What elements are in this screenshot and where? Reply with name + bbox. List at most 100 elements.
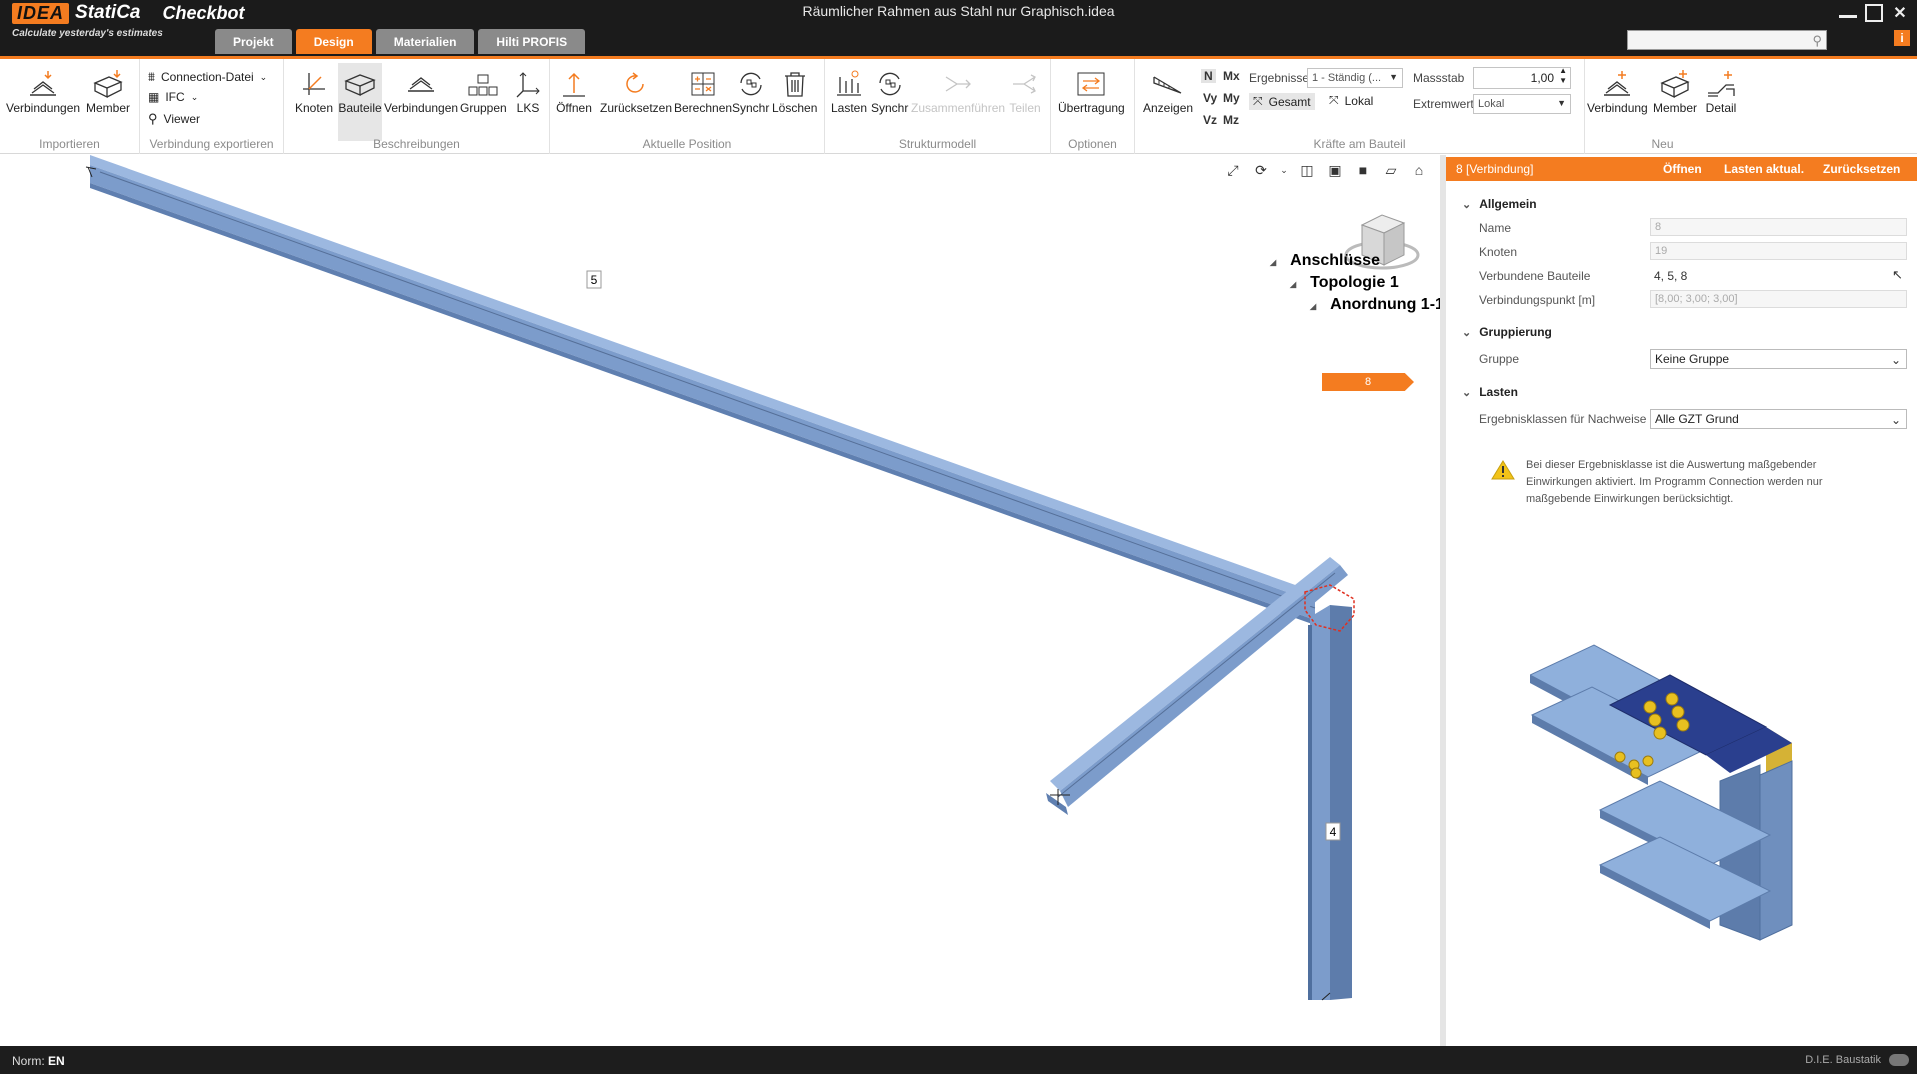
column-4[interactable]: [1308, 605, 1352, 1000]
panel-zuruecksetzen-button[interactable]: Zurücksetzen: [1823, 162, 1900, 176]
group-optionen: Übertragung Optionen: [1051, 59, 1135, 154]
group-strukturmodell: Lasten Synchr Zusammenführen Teilen Stru…: [825, 59, 1051, 154]
ergebnisse-select[interactable]: 1 - Ständig (... ▼: [1307, 68, 1403, 88]
neu-member-button[interactable]: Member: [1653, 67, 1697, 115]
teilen-button[interactable]: Teilen: [1007, 67, 1043, 115]
norm-value: EN: [48, 1054, 65, 1068]
ergebnisklassen-select[interactable]: Alle GZT Grund ⌄: [1650, 409, 1907, 429]
force-vz-toggle[interactable]: Vz: [1203, 113, 1217, 127]
tree-node-anschluesse[interactable]: ◢ Anschlüsse: [1270, 252, 1380, 270]
group-label-kraefte: Kräfte am Bauteil: [1313, 137, 1406, 151]
teilen-label: Teilen: [1009, 101, 1041, 115]
force-vy-toggle[interactable]: Vy: [1203, 91, 1217, 105]
structure-3d-model[interactable]: 5 4: [0, 155, 1440, 1046]
minimize-button[interactable]: [1839, 4, 1857, 18]
search-input[interactable]: [1628, 32, 1804, 50]
norm-label: Norm:: [12, 1054, 45, 1068]
lasten-button[interactable]: Lasten: [831, 67, 867, 115]
force-mx-toggle[interactable]: Mx: [1223, 69, 1240, 83]
collapse-triangle-icon[interactable]: ◢: [1270, 258, 1276, 267]
cursor-icon: ↖: [1892, 267, 1903, 282]
import-verbindungen-button[interactable]: Verbindungen: [6, 67, 80, 115]
name-field: 8: [1650, 218, 1907, 236]
3d-viewport[interactable]: ⤢ ⟳ ⌄ ◫ ▣ ■ ⏥ ⌂ 5 4 ◢ Anschlüsse ◢ Topol…: [0, 155, 1444, 1046]
group-label-importieren: Importieren: [39, 137, 100, 151]
tree-node-connection-8[interactable]: 8: [1322, 373, 1414, 391]
oeffnen-button[interactable]: Öffnen: [556, 67, 592, 115]
export-connection-file-button[interactable]: ⩩ Connection-Datei ⌄: [148, 69, 267, 85]
lokal-toggle[interactable]: ⤧ Lokal: [1329, 93, 1373, 108]
verbundene-bauteile-label: Verbundene Bauteile: [1479, 269, 1591, 283]
tab-materialien[interactable]: Materialien: [375, 29, 475, 54]
dropdown-arrow-icon: ▼: [1389, 72, 1398, 82]
tree-node-anordnung[interactable]: ◢ Anordnung 1-1: [1310, 296, 1444, 314]
collapse-triangle-icon[interactable]: ◢: [1310, 302, 1316, 311]
member-box-icon: [342, 67, 378, 101]
logo-name: StatiCa: [75, 2, 141, 23]
collapse-triangle-icon[interactable]: ◢: [1290, 280, 1296, 289]
knoten-prop-label: Knoten: [1479, 245, 1518, 259]
tab-projekt[interactable]: Projekt: [215, 29, 292, 54]
tab-hilti-profis[interactable]: Hilti PROFIS: [478, 29, 586, 54]
force-n-toggle[interactable]: N: [1201, 69, 1216, 83]
gesamt-toggle[interactable]: ⤧ Gesamt: [1249, 93, 1315, 110]
info-icon[interactable]: i: [1894, 30, 1910, 46]
import-member-button[interactable]: Member: [86, 67, 130, 115]
force-mz-toggle[interactable]: Mz: [1223, 113, 1239, 127]
anzeigen-button[interactable]: Anzeigen: [1143, 67, 1193, 115]
section-lasten[interactable]: ⌄ Lasten: [1462, 385, 1518, 399]
new-detail-icon: [1703, 67, 1739, 101]
neu-detail-button[interactable]: Detail: [1703, 67, 1739, 115]
loeschen-button[interactable]: Löschen: [772, 67, 817, 115]
massstab-input[interactable]: 1,00 ▲ ▼: [1473, 66, 1571, 89]
knoten-label: Knoten: [295, 101, 334, 115]
app-window: IDEA StatiCa Checkbot Calculate yesterda…: [0, 0, 1917, 1074]
export-viewer-button[interactable]: ⚲ Viewer: [148, 111, 200, 127]
force-my-toggle[interactable]: My: [1223, 91, 1240, 105]
member-label-5: 5: [591, 273, 598, 287]
struktur-synchr-button[interactable]: Synchr: [871, 67, 908, 115]
zusammenfuehren-button[interactable]: Zusammenführen: [911, 67, 1005, 115]
panel-header: 8 [Verbindung] Öffnen Lasten aktual. Zur…: [1446, 157, 1917, 181]
split-icon: [1007, 67, 1043, 101]
connection-preview-3d: [1530, 644, 1793, 941]
panel-lasten-aktual-button[interactable]: Lasten aktual.: [1724, 162, 1804, 176]
bauteile-button[interactable]: Bauteile: [338, 63, 382, 141]
panel-oeffnen-button[interactable]: Öffnen: [1663, 162, 1702, 176]
lks-button[interactable]: LKS: [510, 67, 546, 115]
beschr-verbindungen-label: Verbindungen: [384, 101, 459, 115]
section-gruppierung[interactable]: ⌄ Gruppierung: [1462, 325, 1552, 339]
verbindungspunkt-field: [8,00; 3,00; 3,00]: [1650, 290, 1907, 308]
beam-8[interactable]: [1046, 557, 1348, 815]
struktur-synchr-label: Synchr: [871, 101, 909, 115]
sync-icon: [872, 67, 908, 101]
export-ifc-button[interactable]: ▦ IFC ⌄: [148, 90, 198, 104]
gesamt-label: Gesamt: [1268, 94, 1311, 109]
knoten-field: 19: [1650, 242, 1907, 260]
section-allgemein[interactable]: ⌄ Allgemein: [1462, 197, 1537, 211]
gruppen-button[interactable]: Gruppen: [460, 67, 507, 115]
neu-verbindung-button[interactable]: Verbindung: [1587, 67, 1648, 115]
group-label-aktuelle-position: Aktuelle Position: [642, 137, 732, 151]
beschr-verbindungen-button[interactable]: Verbindungen: [384, 67, 458, 115]
anzeigen-label: Anzeigen: [1143, 101, 1194, 115]
gruppe-value: Keine Gruppe: [1655, 352, 1730, 366]
berechnen-button[interactable]: Berechnen: [674, 67, 732, 115]
tree-node-topologie[interactable]: ◢ Topologie 1: [1290, 274, 1399, 292]
title-bar: IDEA StatiCa Checkbot Calculate yesterda…: [0, 0, 1917, 56]
gruppe-select[interactable]: Keine Gruppe ⌄: [1650, 349, 1907, 369]
zuruecksetzen-button[interactable]: Zurücksetzen: [600, 67, 672, 115]
maximize-button[interactable]: [1865, 4, 1883, 22]
loeschen-label: Löschen: [772, 101, 818, 115]
close-button[interactable]: ✕: [1891, 4, 1909, 22]
group-export: ⩩ Connection-Datei ⌄ ▦ IFC ⌄ ⚲ Viewer Ve…: [140, 59, 284, 154]
search-icon[interactable]: ⚲: [1812, 33, 1822, 49]
knoten-button[interactable]: Knoten: [295, 67, 333, 115]
tab-design[interactable]: Design: [295, 29, 372, 54]
synchr-button[interactable]: Synchr: [732, 67, 769, 115]
uebertragung-button[interactable]: Übertragung: [1058, 67, 1125, 115]
chevron-down-icon: ⌄: [190, 91, 199, 102]
extremwert-select[interactable]: Lokal ▼: [1473, 94, 1571, 114]
beam-5[interactable]: [90, 155, 1316, 625]
connection-file-label: Connection-Datei: [160, 70, 254, 84]
